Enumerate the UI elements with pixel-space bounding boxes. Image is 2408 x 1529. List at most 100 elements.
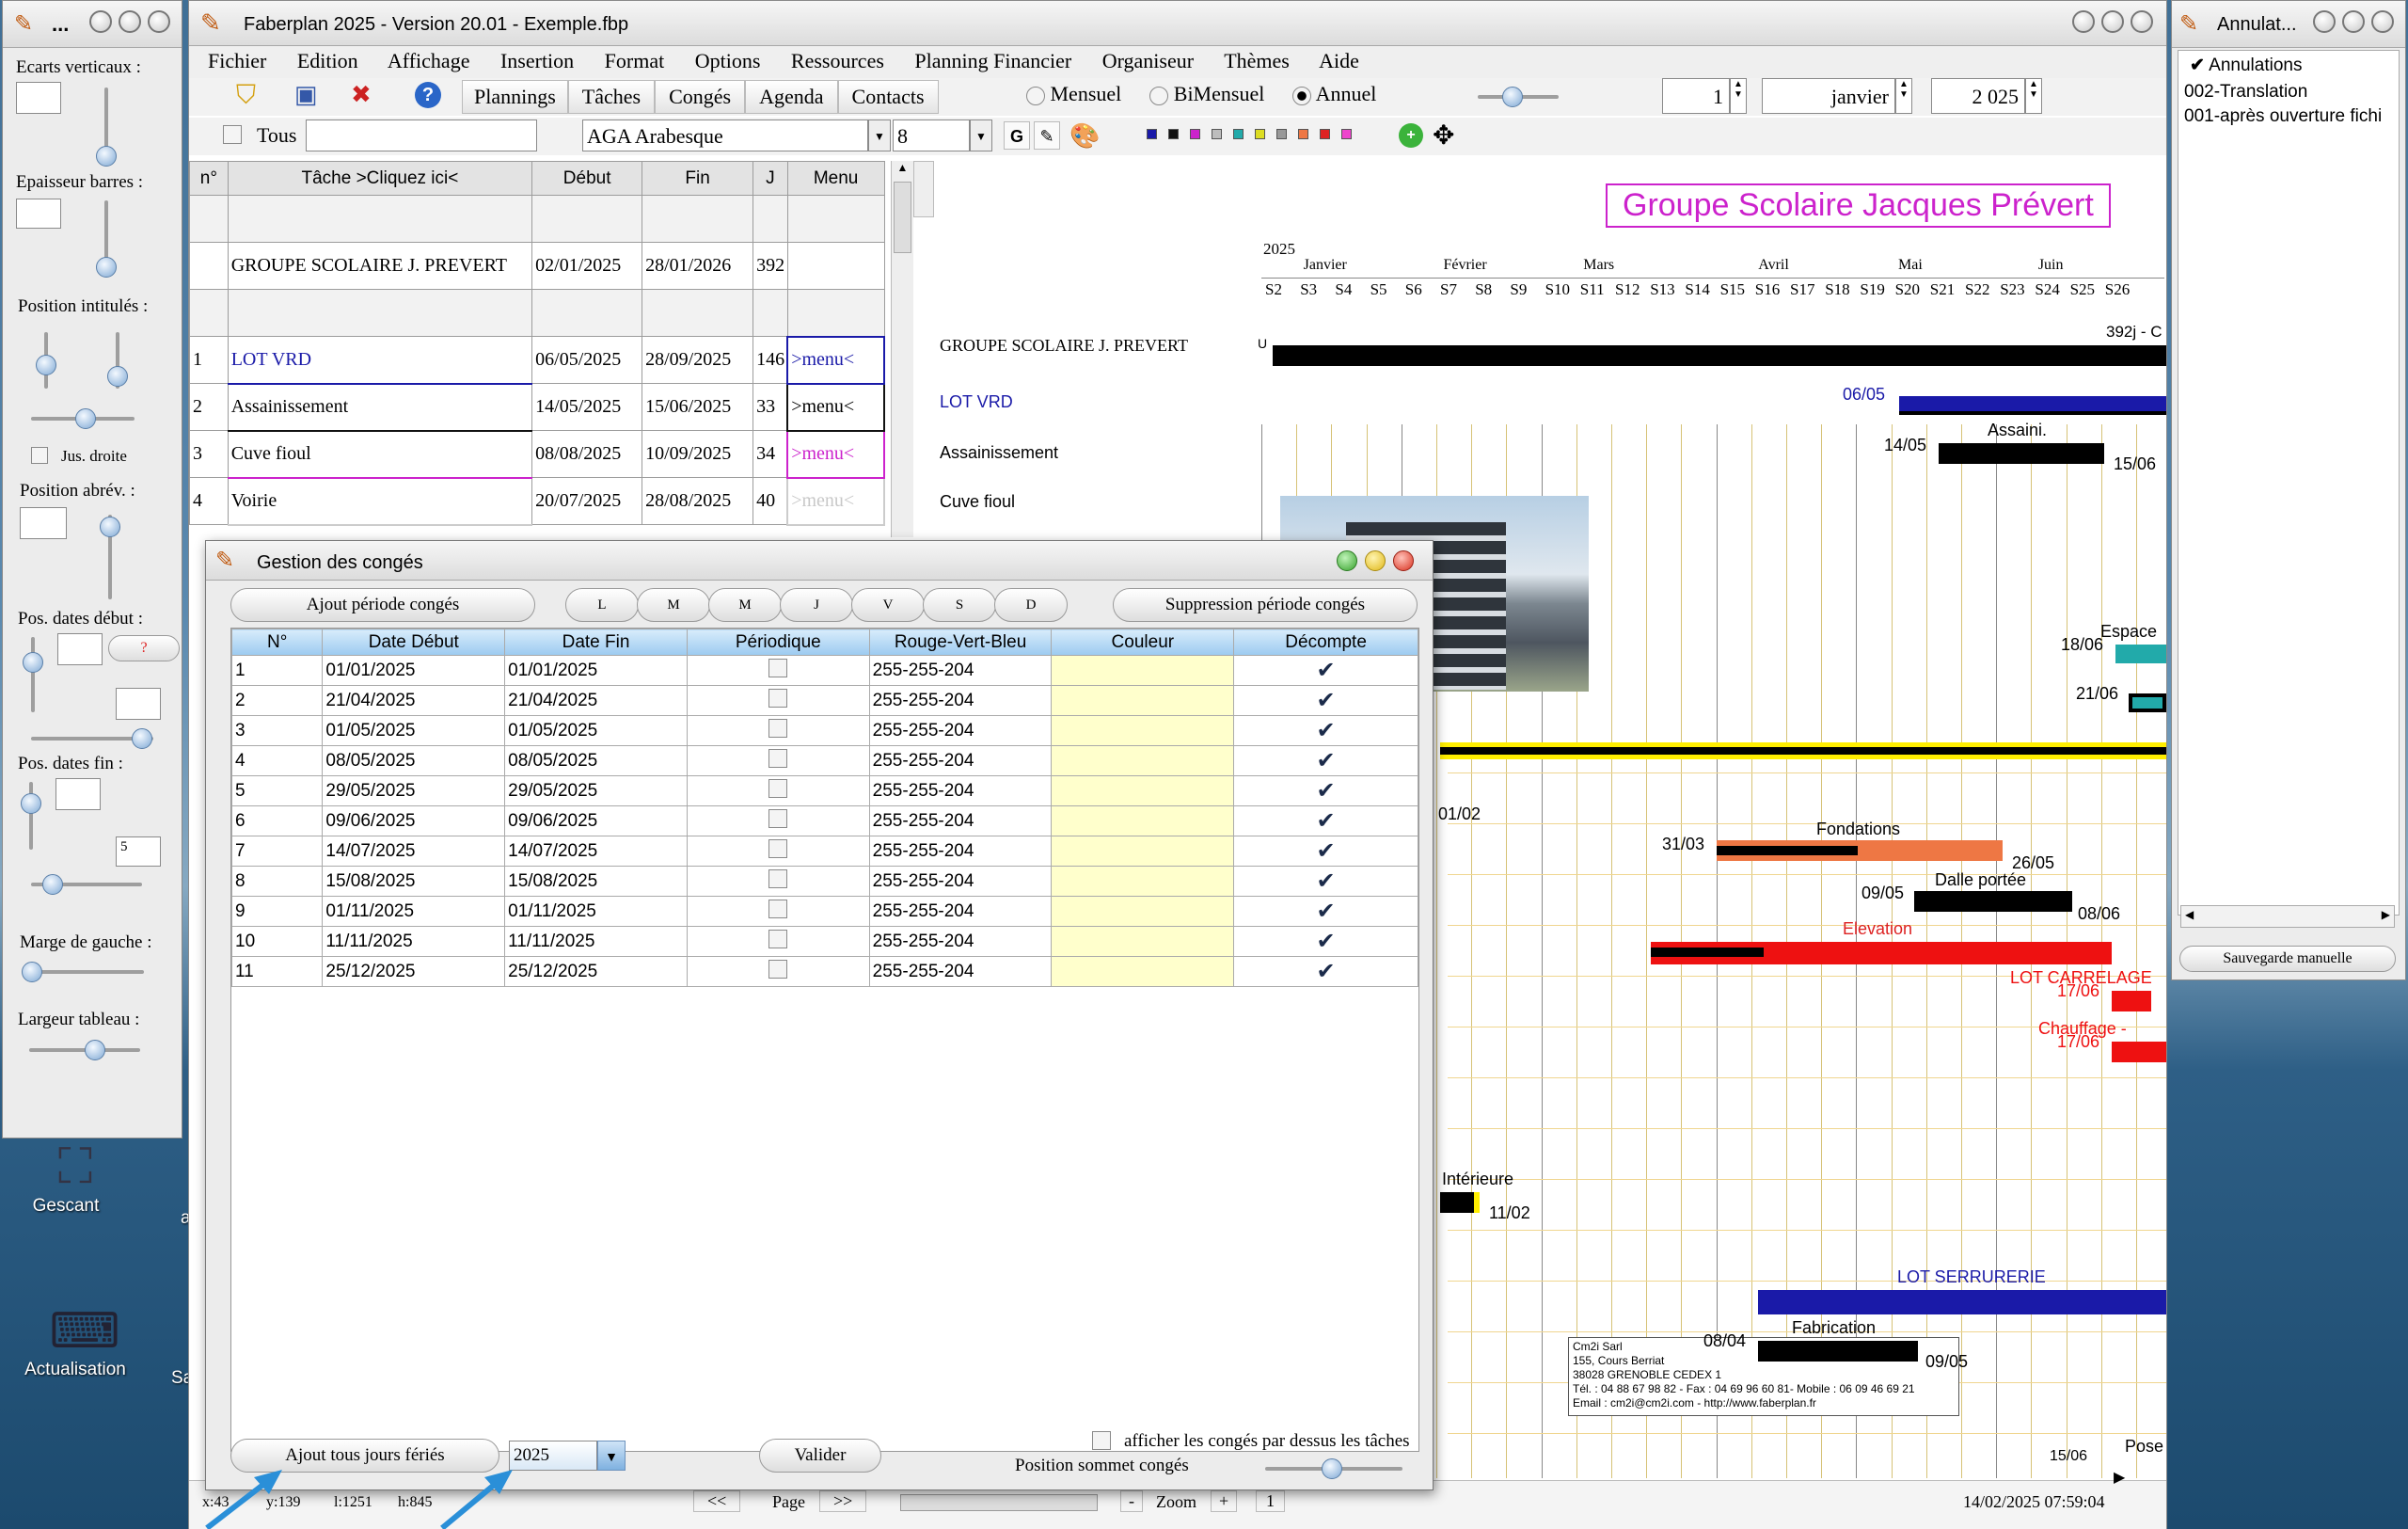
menu-ressources[interactable]: Ressources: [791, 49, 884, 72]
periodique-checkbox[interactable]: [768, 899, 788, 918]
periodique-checkbox[interactable]: [768, 808, 788, 828]
row-number[interactable]: 11: [230, 956, 324, 987]
next-page-button[interactable]: >>: [819, 1490, 867, 1512]
rgb-value[interactable]: 255-255-204: [868, 715, 1053, 746]
task-name[interactable]: Cuve fioul: [227, 430, 533, 479]
table-row[interactable]: 9 01/11/2025 01/11/2025 255-255-204 ✔: [230, 896, 1418, 927]
chevron-down-icon[interactable]: ▼: [597, 1441, 626, 1471]
task-end[interactable]: 15/06/2025: [642, 383, 754, 431]
contacts-button[interactable]: Contacts: [837, 80, 939, 114]
task-menu[interactable]: >menu<: [786, 335, 885, 385]
decompte-cell[interactable]: ✔: [1233, 805, 1418, 836]
list-item[interactable]: 002-Translation: [2178, 80, 2399, 104]
manual-save-button[interactable]: Sauvegarde manuelle: [2179, 946, 2396, 972]
date-fin[interactable]: 15/08/2025: [504, 866, 688, 897]
col-header-n[interactable]: N°: [230, 629, 324, 656]
scroll-right-icon[interactable]: ▶: [2382, 908, 2390, 921]
menu-fichier[interactable]: Fichier: [208, 49, 266, 72]
rgb-value[interactable]: 255-255-204: [868, 896, 1053, 927]
list-item[interactable]: 001-après ouverture fichi: [2178, 104, 2399, 129]
row-number[interactable]: 5: [230, 775, 324, 806]
slider-knob[interactable]: [1322, 1458, 1342, 1479]
agenda-button[interactable]: Agenda: [745, 80, 838, 114]
date-fin[interactable]: 25/12/2025: [504, 956, 688, 987]
rgb-value[interactable]: 255-255-204: [868, 775, 1053, 806]
color-swatch[interactable]: [1168, 129, 1179, 139]
slider-knob[interactable]: [21, 793, 41, 814]
remove-period-button[interactable]: Suppression période congés: [1113, 588, 1418, 622]
chevron-down-icon[interactable]: ▼: [970, 119, 992, 151]
task-days[interactable]: 146: [752, 336, 788, 384]
color-swatch[interactable]: [1147, 129, 1157, 139]
slider-knob[interactable]: [96, 257, 117, 278]
check-icon[interactable]: ✔: [1317, 838, 1336, 864]
overlay-checkbox[interactable]: [1092, 1431, 1111, 1450]
slider-knob[interactable]: [23, 652, 43, 673]
table-row[interactable]: 5 29/05/2025 29/05/2025 255-255-204 ✔: [230, 775, 1418, 806]
couleur-swatch[interactable]: [1051, 866, 1235, 897]
table-row[interactable]: 2 21/04/2025 21/04/2025 255-255-204 ✔: [230, 685, 1418, 716]
color-swatch[interactable]: [1341, 129, 1352, 139]
table-row[interactable]: 4 Voirie 20/07/2025 28/08/2025 40 >menu<: [189, 476, 885, 526]
task-days[interactable]: 34: [752, 430, 788, 478]
periodique-checkbox[interactable]: [768, 748, 788, 768]
close-button[interactable]: [2371, 10, 2394, 33]
day-button-m2[interactable]: M: [708, 588, 782, 622]
day-button-s[interactable]: S: [923, 588, 996, 622]
check-icon[interactable]: ✔: [1317, 778, 1336, 804]
col-header-rgb[interactable]: Rouge-Vert-Bleu: [868, 629, 1053, 656]
close-button[interactable]: [148, 10, 170, 33]
couleur-swatch[interactable]: [1051, 775, 1235, 806]
check-icon[interactable]: ✔: [1317, 899, 1336, 924]
table-row[interactable]: 10 11/11/2025 11/11/2025 255-255-204 ✔: [230, 926, 1418, 957]
scroll-left-icon[interactable]: ◀: [2185, 908, 2194, 921]
date-debut[interactable]: 01/11/2025: [322, 896, 506, 927]
table-row[interactable]: 1 01/01/2025 01/01/2025 255-255-204 ✔: [230, 655, 1418, 686]
undo-h-scrollbar[interactable]: ◀ ▶: [2180, 905, 2395, 928]
radio-bimensuel[interactable]: BiMensuel: [1149, 82, 1264, 106]
plannings-button[interactable]: Plannings: [462, 80, 568, 114]
menu-options[interactable]: Options: [695, 49, 761, 72]
col-header-menu[interactable]: Menu: [786, 161, 885, 196]
validate-button[interactable]: Valider: [759, 1439, 881, 1473]
pos-dates-debut-slider[interactable]: [31, 637, 35, 712]
day-spinner[interactable]: 1: [1662, 78, 1730, 114]
row-number[interactable]: 9: [230, 896, 324, 927]
table-row[interactable]: 3 Cuve fioul 08/08/2025 10/09/2025 34 >menu<: [189, 429, 885, 479]
couleur-swatch[interactable]: [1051, 685, 1235, 716]
day-button-v[interactable]: V: [851, 588, 925, 622]
color-swatch[interactable]: [1320, 129, 1330, 139]
task-number[interactable]: 4: [189, 477, 229, 525]
table-row[interactable]: 6 09/06/2025 09/06/2025 255-255-204 ✔: [230, 805, 1418, 836]
periodique-cell[interactable]: [686, 655, 870, 686]
task-name[interactable]: Assainissement: [227, 383, 533, 432]
close-button[interactable]: [1393, 550, 1414, 571]
size-select[interactable]: 8: [893, 119, 970, 151]
task-start[interactable]: 08/08/2025: [531, 430, 643, 478]
check-icon[interactable]: ✔: [1317, 718, 1336, 743]
color-swatch[interactable]: [1298, 129, 1308, 139]
radio-annuel[interactable]: Annuel: [1292, 82, 1376, 106]
color-swatch[interactable]: [1190, 129, 1200, 139]
task-days[interactable]: 33: [752, 383, 788, 431]
date-fin[interactable]: 01/05/2025: [504, 715, 688, 746]
minimize-button[interactable]: [89, 10, 112, 33]
save-icon[interactable]: ▣: [294, 80, 318, 109]
couleur-swatch[interactable]: [1051, 926, 1235, 957]
gantt-divider-scroll[interactable]: [913, 161, 934, 217]
couleur-swatch[interactable]: [1051, 715, 1235, 746]
date-fin[interactable]: 21/04/2025: [504, 685, 688, 716]
minimize-button[interactable]: [2072, 10, 2095, 33]
shield-icon[interactable]: ⛉: [236, 80, 256, 111]
spinner-arrows[interactable]: ▲ ▼: [1730, 78, 1747, 114]
decompte-cell[interactable]: ✔: [1233, 866, 1418, 897]
task-start[interactable]: 20/07/2025: [531, 477, 643, 525]
check-icon[interactable]: ✔: [1317, 688, 1336, 713]
task-menu[interactable]: >menu<: [786, 429, 885, 479]
task-number[interactable]: 2: [189, 383, 229, 431]
col-header-date-debut[interactable]: Date Début: [322, 629, 506, 656]
decompte-cell[interactable]: ✔: [1233, 896, 1418, 927]
menu-insertion[interactable]: Insertion: [500, 49, 574, 72]
date-debut[interactable]: 09/06/2025: [322, 805, 506, 836]
decompte-cell[interactable]: ✔: [1233, 775, 1418, 806]
